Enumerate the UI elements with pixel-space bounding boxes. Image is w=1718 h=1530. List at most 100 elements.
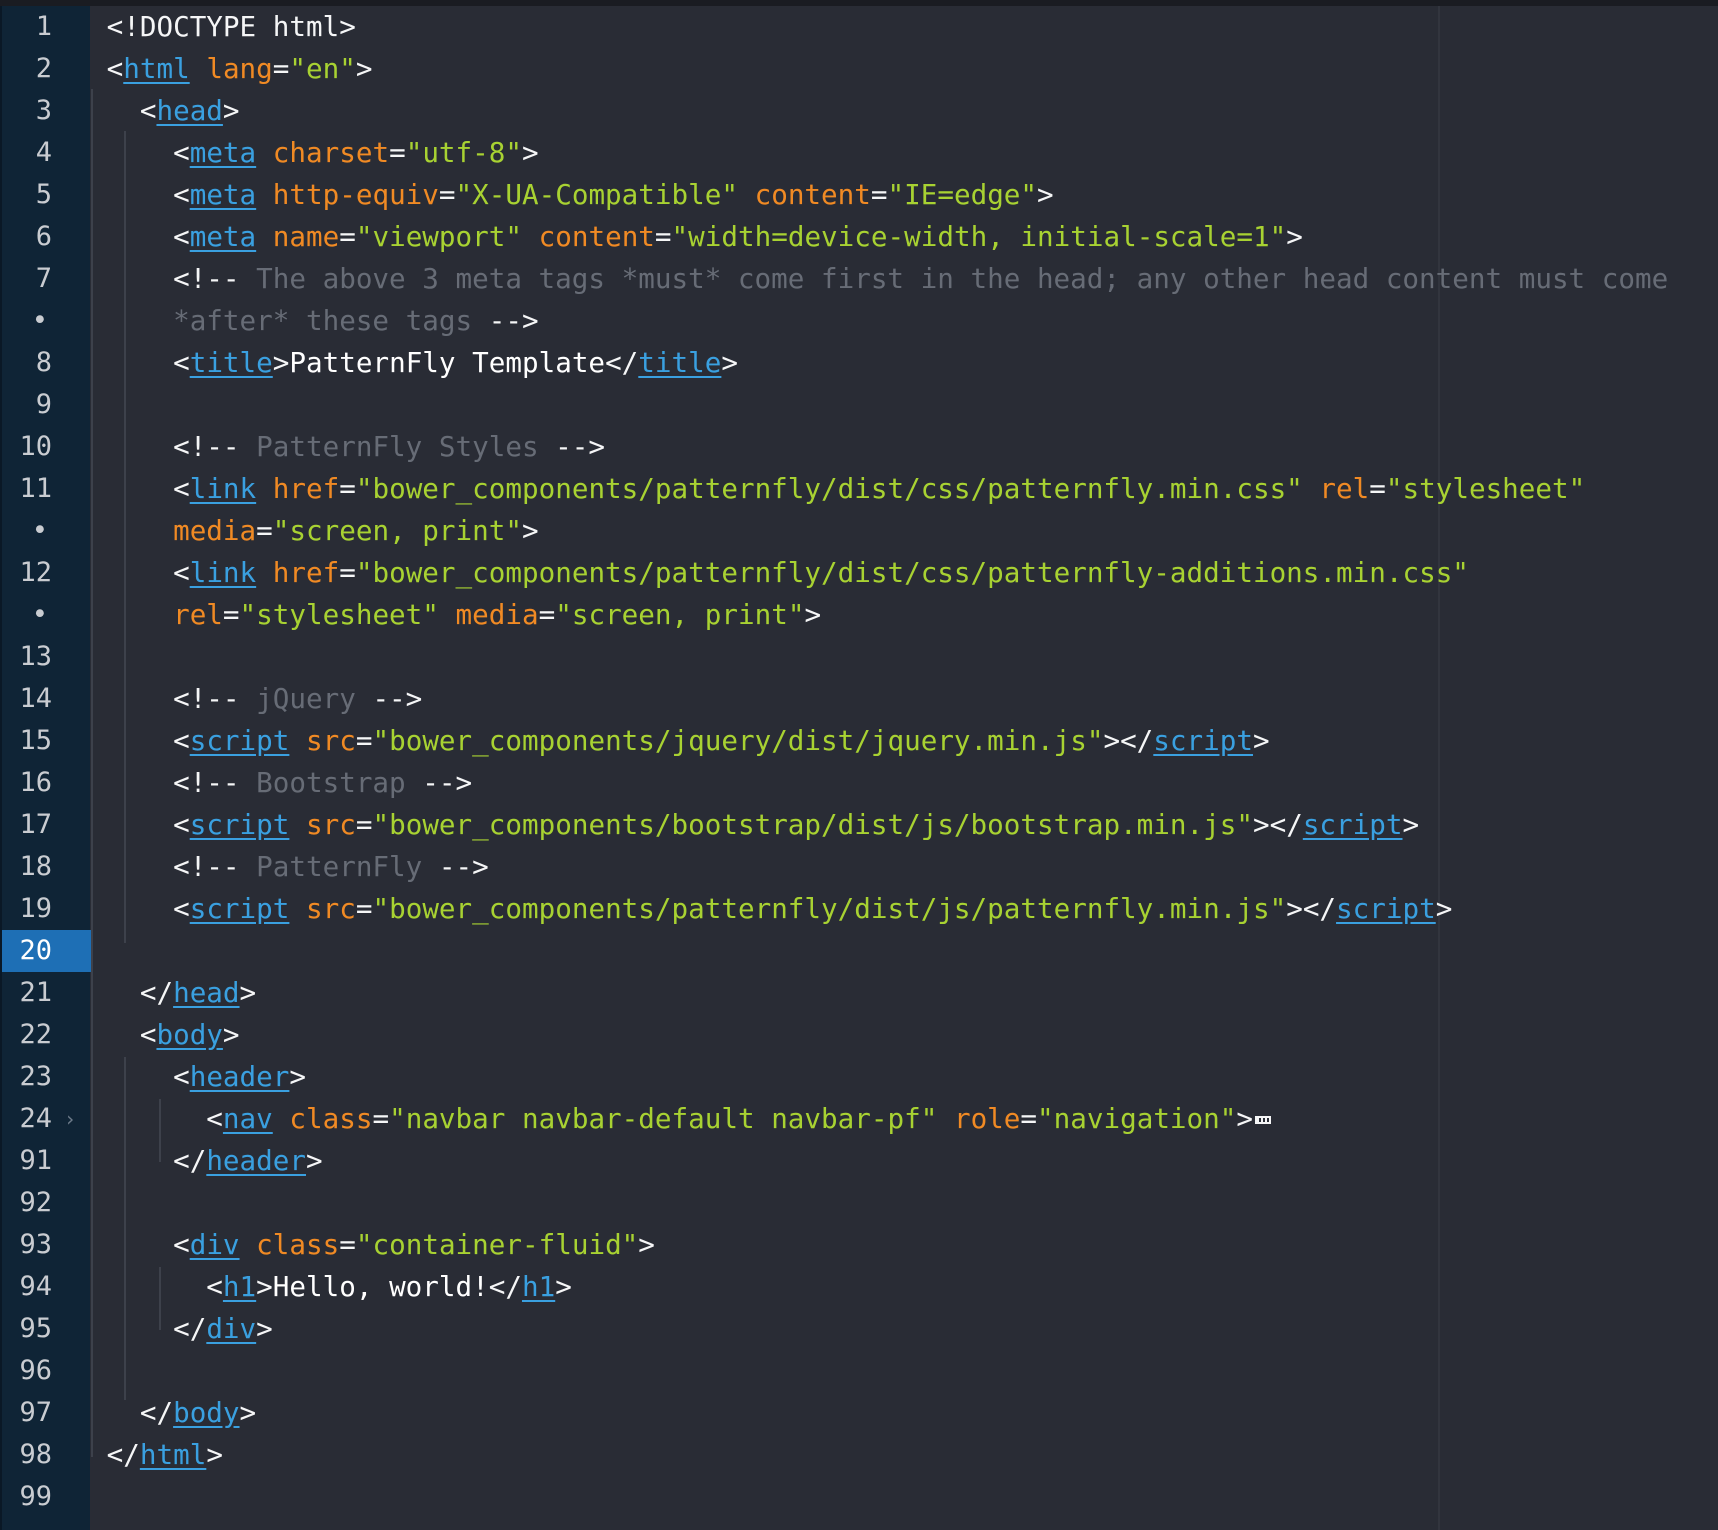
tag-name: html [139,1438,207,1471]
line-number[interactable]: 15 [2,720,92,762]
line-number[interactable]: 17 [2,804,92,846]
line-number-label: 22 [19,1019,52,1050]
line-number[interactable]: 16 [2,762,92,804]
code-line[interactable]: <h1>Hello, world!</h1> [90,1266,572,1308]
line-number-label: 93 [19,1229,52,1260]
comment-text: PatternFly [239,850,423,883]
line-number[interactable]: 93 [2,1224,92,1266]
line-number-label: 14 [19,683,52,714]
line-number-label: 95 [19,1313,52,1344]
line-number[interactable]: 9 [2,384,92,426]
code-line[interactable]: <!-- Bootstrap --> [90,762,472,804]
code-line[interactable]: <!-- PatternFly Styles --> [90,426,605,468]
code-line[interactable]: <body> [90,1014,240,1056]
attribute-value: "navbar navbar-default navbar-pf" [389,1102,938,1135]
attribute-name: rel [173,598,223,631]
folded-code-icon[interactable] [1255,1116,1272,1124]
line-number[interactable]: 12 [2,552,92,594]
line-number[interactable]: 91 [2,1140,92,1182]
code-line[interactable]: <header> [90,1056,306,1098]
comment-close: --> [405,766,473,799]
code-line[interactable]: <link href="bower_components/patternfly/… [90,468,1585,510]
line-number[interactable]: 95 [2,1308,92,1350]
tag-name: div [206,1312,257,1345]
line-number[interactable]: 6 [2,216,92,258]
code-line[interactable]: </head> [90,972,256,1014]
code-line[interactable]: </header> [90,1140,323,1182]
line-number[interactable]: 18 [2,846,92,888]
code-line[interactable]: <link href="bower_components/patternfly/… [90,552,1469,594]
line-number[interactable]: 92 [2,1182,92,1224]
code-line[interactable]: <!-- PatternFly --> [90,846,489,888]
code-line[interactable]: <html lang="en"> [90,48,373,90]
code-editor[interactable]: 1 2 3 4 5 6 7 • 8 9 10 11 • 12 • 13 14 15 16 17 18 19 20 21 22 23… [0,0,1718,1530]
code-line-wrapped[interactable]: rel="stylesheet" media="screen, print"> [90,594,821,636]
chevron-right-icon[interactable]: › [64,1098,76,1140]
wrap-indicator[interactable]: • [2,300,92,342]
line-number[interactable]: 2 [2,48,92,90]
tag-name: html [123,52,190,85]
line-number[interactable]: 13 [2,636,92,678]
tag-name: body [156,1018,223,1051]
code-line[interactable]: <script src="bower_components/patternfly… [90,888,1452,930]
code-line[interactable]: <div class="container-fluid"> [90,1224,655,1266]
line-number[interactable]: 96 [2,1350,92,1392]
line-number[interactable]: 99 [2,1476,92,1518]
line-number[interactable]: 1 [2,6,92,48]
line-number[interactable]: 22 [2,1014,92,1056]
line-number-label: 16 [19,767,52,798]
attribute-name: src [306,808,356,841]
line-number[interactable]: 14 [2,678,92,720]
line-number-label: 98 [19,1439,52,1470]
code-line[interactable]: </body> [90,1392,256,1434]
wrap-indicator[interactable]: • [2,594,92,636]
attribute-name: href [272,556,340,589]
line-number[interactable]: 11 [2,468,92,510]
line-number-label: 5 [35,179,52,210]
line-number[interactable]: 94 [2,1266,92,1308]
code-line[interactable]: </div> [90,1308,273,1350]
line-number[interactable]: 24 › [2,1098,92,1140]
code-line[interactable]: <script src="bower_components/jquery/dis… [90,720,1270,762]
code-line-wrapped[interactable]: *after* these tags --> [90,300,539,342]
code-line[interactable]: <title>PatternFly Template</title> [90,342,738,384]
code-line[interactable]: <!-- jQuery --> [90,678,422,720]
line-number[interactable]: 19 [2,888,92,930]
line-number[interactable]: 21 [2,972,92,1014]
line-number[interactable]: 98 [2,1434,92,1476]
line-number[interactable]: 23 [2,1056,92,1098]
attribute-value: "stylesheet" [239,598,439,631]
line-number-label: 19 [19,893,52,924]
code-line[interactable]: <meta charset="utf-8"> [90,132,539,174]
code-line[interactable]: <head> [90,90,240,132]
attribute-name: class [256,1228,340,1261]
line-number[interactable]: 10 [2,426,92,468]
code-line[interactable]: <!DOCTYPE html> [90,6,356,48]
attribute-value: "utf-8" [405,136,522,169]
code-line-wrapped[interactable]: media="screen, print"> [90,510,539,552]
attribute-name: class [289,1102,373,1135]
code-line[interactable]: <script src="bower_components/bootstrap/… [90,804,1419,846]
line-number[interactable]: 8 [2,342,92,384]
line-number[interactable]: 3 [2,90,92,132]
code-line[interactable]: <meta name="viewport" content="width=dev… [90,216,1303,258]
comment-close: --> [472,304,539,337]
line-number[interactable]: 5 [2,174,92,216]
code-line[interactable]: <nav class="navbar navbar-default navbar… [90,1098,1272,1140]
line-number-label: 13 [19,641,52,672]
line-number[interactable]: 4 [2,132,92,174]
line-number[interactable]: 7 [2,258,92,300]
attribute-value: "en" [289,52,356,85]
attribute-value: "bower_components/patternfly/dist/css/pa… [355,556,1469,589]
attribute-value: "screen, print" [555,598,805,631]
comment-open: <!-- [173,430,240,463]
code-line[interactable]: <!-- The above 3 meta tags *must* come f… [90,258,1668,300]
attribute-name: lang [206,52,273,85]
line-number-current[interactable]: 20 [2,930,92,972]
line-number[interactable]: 97 [2,1392,92,1434]
code-line[interactable]: <meta http-equiv="X-UA-Compatible" conte… [90,174,1054,216]
line-number-gutter[interactable]: 1 2 3 4 5 6 7 • 8 9 10 11 • 12 • 13 14 15 16 17 18 19 20 21 22 23… [0,6,92,1530]
code-line[interactable]: </html> [90,1434,223,1476]
wrap-indicator[interactable]: • [2,510,92,552]
attribute-name: role [953,1102,1021,1135]
